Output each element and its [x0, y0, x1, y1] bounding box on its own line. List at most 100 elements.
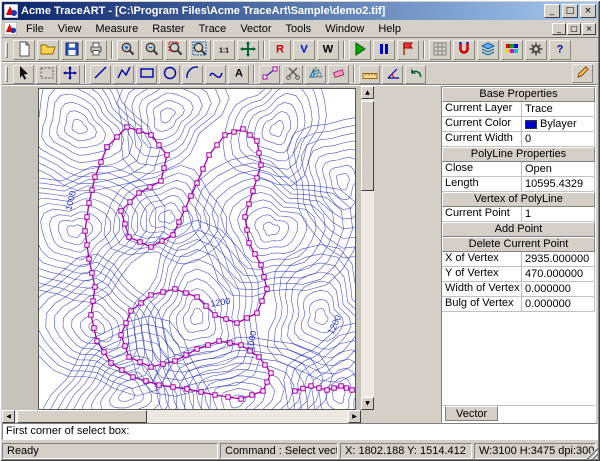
- menu-view[interactable]: View: [51, 22, 89, 36]
- vertex-handle[interactable]: [263, 363, 267, 367]
- property-value[interactable]: Trace: [522, 102, 595, 117]
- vertex-handle[interactable]: [95, 339, 99, 343]
- vertex-handle[interactable]: [149, 245, 153, 249]
- select-tool-button[interactable]: [13, 65, 34, 84]
- vertex-handle[interactable]: [157, 143, 161, 147]
- vertex-handle[interactable]: [157, 383, 161, 387]
- vertex-handle[interactable]: [171, 385, 175, 389]
- pan-button[interactable]: [237, 40, 259, 60]
- close-button[interactable]: ×: [580, 4, 596, 18]
- vertex-handle[interactable]: [129, 309, 133, 313]
- toolbar-grip[interactable]: [5, 42, 8, 58]
- zoom-extents-button[interactable]: [189, 40, 211, 60]
- mdi-minimize-button[interactable]: _: [552, 23, 566, 35]
- vertex-handle[interactable]: [85, 243, 89, 247]
- vertex-handle[interactable]: [201, 167, 205, 171]
- vertex-handle[interactable]: [204, 304, 208, 308]
- open-button[interactable]: [37, 40, 59, 60]
- vertex-handle[interactable]: [195, 181, 199, 185]
- layers-button[interactable]: [477, 40, 499, 60]
- vertex-handle[interactable]: [161, 362, 165, 366]
- vertex-handle[interactable]: [301, 386, 305, 390]
- vertex-handle[interactable]: [255, 139, 259, 143]
- arc-tool-button[interactable]: [182, 65, 203, 84]
- scroll-up-button[interactable]: ▲: [361, 86, 374, 99]
- edit-vertex-button[interactable]: [572, 64, 593, 83]
- vertex-handle[interactable]: [92, 326, 96, 330]
- vertex-handle[interactable]: [165, 153, 169, 157]
- minimize-button[interactable]: _: [544, 4, 560, 18]
- menu-window[interactable]: Window: [318, 22, 371, 36]
- toolbar-grip[interactable]: [5, 66, 8, 82]
- vertex-handle[interactable]: [317, 386, 321, 390]
- zoom-out-button[interactable]: [141, 40, 163, 60]
- vertex-handle[interactable]: [93, 285, 97, 289]
- grid-button[interactable]: [429, 40, 451, 60]
- vertex-handle[interactable]: [332, 386, 336, 390]
- vertex-handle[interactable]: [265, 287, 269, 291]
- vertex-handle[interactable]: [137, 129, 141, 133]
- rectangle-tool-button[interactable]: [136, 65, 157, 84]
- vertex-handle[interactable]: [265, 380, 269, 384]
- vertex-handle[interactable]: [259, 263, 263, 267]
- zoom-actual-button[interactable]: 1:1: [213, 40, 235, 60]
- horizontal-scrollbar[interactable]: ◀ ▶: [2, 410, 361, 423]
- mdi-restore-button[interactable]: □: [567, 23, 581, 35]
- menu-raster[interactable]: Raster: [145, 22, 191, 36]
- vertex-handle[interactable]: [262, 275, 266, 279]
- run-trace-button[interactable]: [349, 40, 371, 60]
- vertical-scrollbar[interactable]: ▲ ▼: [361, 86, 374, 410]
- add-point-button[interactable]: Add Point: [442, 222, 595, 237]
- vertex-handle[interactable]: [144, 379, 148, 383]
- vertex-handle[interactable]: [85, 215, 89, 219]
- vertex-handle[interactable]: [119, 209, 123, 213]
- scroll-down-button[interactable]: ▼: [361, 397, 374, 410]
- zoom-window-button[interactable]: [165, 40, 187, 60]
- vertex-handle[interactable]: [99, 160, 103, 164]
- vertex-handle[interactable]: [127, 355, 131, 359]
- vertex-handle[interactable]: [177, 220, 181, 224]
- vertex-handle[interactable]: [206, 343, 210, 347]
- vertex-handle[interactable]: [226, 395, 230, 399]
- vertex-handle[interactable]: [189, 194, 193, 198]
- vertex-handle[interactable]: [90, 188, 94, 192]
- vertex-handle[interactable]: [93, 175, 97, 179]
- vertex-handle[interactable]: [183, 207, 187, 211]
- vertex-handle[interactable]: [247, 202, 251, 206]
- vertex-handle[interactable]: [185, 387, 189, 391]
- vertex-handle[interactable]: [83, 229, 87, 233]
- mdi-close-button[interactable]: ×: [582, 23, 596, 35]
- property-value[interactable]: 1: [522, 207, 595, 222]
- vertex-handle[interactable]: [261, 389, 265, 393]
- vertex-handle[interactable]: [259, 163, 263, 167]
- vertex-handle[interactable]: [217, 339, 221, 343]
- vertex-handle[interactable]: [253, 252, 257, 256]
- document-icon[interactable]: [4, 22, 17, 35]
- vertex-handle[interactable]: [161, 290, 165, 294]
- erase-tool-button[interactable]: [328, 65, 349, 84]
- vertex-handle[interactable]: [293, 389, 297, 393]
- vertex-handle[interactable]: [350, 388, 354, 392]
- undo-button[interactable]: [405, 65, 426, 84]
- menu-file[interactable]: File: [19, 22, 51, 36]
- menu-measure[interactable]: Measure: [88, 22, 145, 36]
- vertex-handle[interactable]: [344, 386, 348, 390]
- property-value[interactable]: Open: [522, 162, 595, 177]
- new-button[interactable]: [13, 40, 35, 60]
- vertex-handle[interactable]: [207, 153, 211, 157]
- vertex-handle[interactable]: [139, 301, 143, 305]
- vertex-handle[interactable]: [250, 393, 254, 397]
- resize-grip-icon[interactable]: [585, 446, 598, 459]
- vertex-handle[interactable]: [138, 360, 142, 364]
- menu-help[interactable]: Help: [371, 22, 408, 36]
- raster-mode-button[interactable]: R: [269, 40, 291, 60]
- vertex-handle[interactable]: [148, 185, 152, 189]
- vertex-handle[interactable]: [87, 257, 91, 261]
- break-tool-button[interactable]: [282, 65, 303, 84]
- vertex-handle[interactable]: [87, 201, 91, 205]
- save-button[interactable]: [61, 40, 83, 60]
- vertex-handle[interactable]: [228, 341, 232, 345]
- menu-tools[interactable]: Tools: [279, 22, 319, 36]
- property-value[interactable]: 10595.4329: [522, 177, 595, 192]
- vertex-handle[interactable]: [105, 145, 109, 149]
